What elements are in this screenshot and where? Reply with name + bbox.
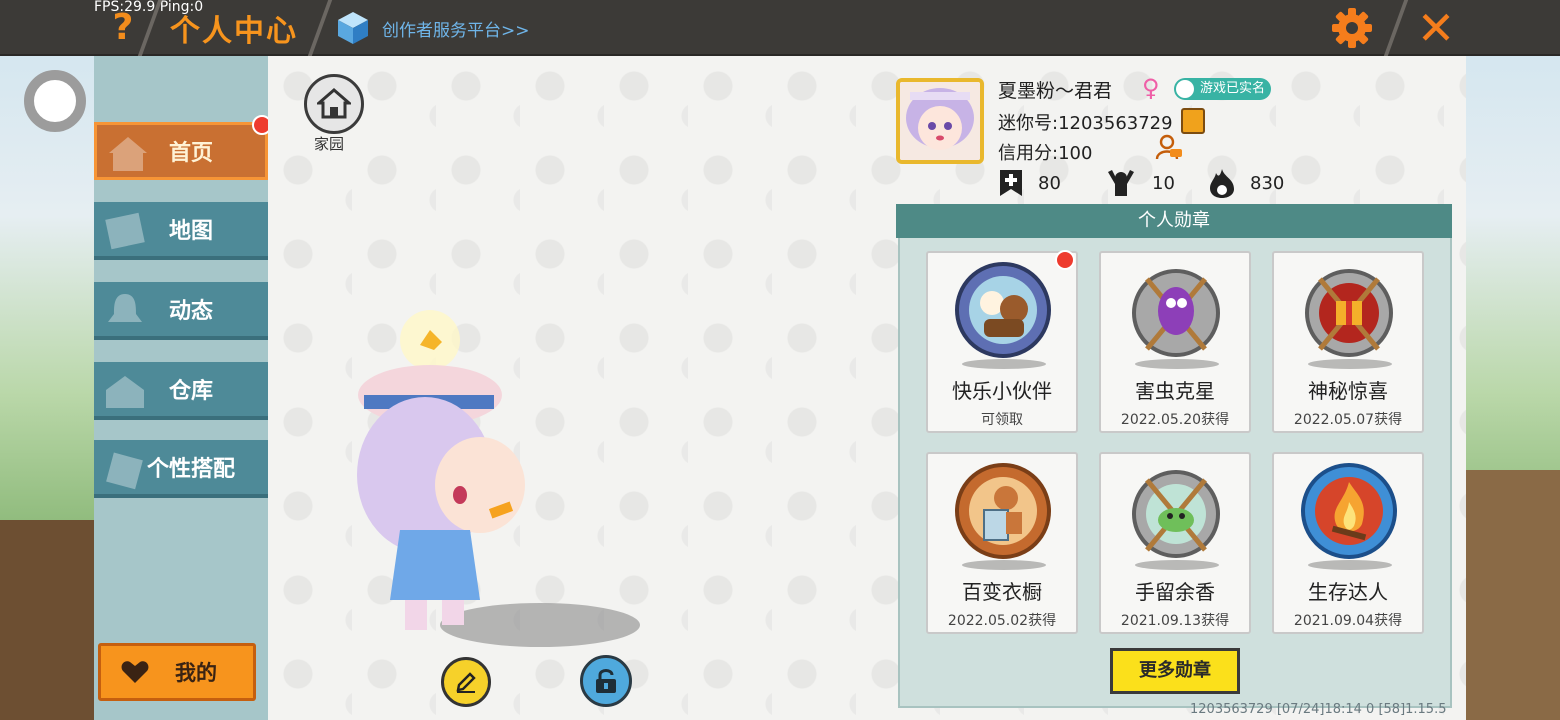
close-x-icon[interactable]: ✕: [1414, 4, 1458, 52]
likes-count: 80: [1038, 172, 1061, 194]
outfit-icon: [106, 452, 143, 490]
notification-dot: [1055, 250, 1075, 270]
medal-shadow: [1135, 359, 1219, 369]
badge-status: 可领取: [981, 412, 1023, 428]
divider: [1383, 0, 1409, 56]
mini-id: 迷你号:1203563729: [998, 113, 1173, 134]
unlock-icon: [596, 669, 616, 693]
badge-name: 百变衣橱: [962, 580, 1042, 604]
sidebar-item-label: 仓库: [168, 379, 213, 404]
copy-icon[interactable]: [1181, 108, 1205, 134]
badge-name: 害虫克星: [1135, 379, 1215, 403]
sidebar-item-label: 个性搭配: [146, 457, 235, 482]
heart-icon: [121, 661, 149, 683]
badge-name: 神秘惊喜: [1308, 379, 1388, 403]
profile-avatar[interactable]: [896, 78, 984, 164]
medal-shadow: [1308, 359, 1392, 369]
badge-date: 2022.05.02获得: [947, 613, 1057, 629]
home-icon: [109, 137, 147, 171]
badge-card[interactable]: 生存达人 2021.09.04获得: [1272, 452, 1424, 634]
badge-name: 手留余香: [1135, 580, 1215, 604]
flower-medal-icon: [1132, 470, 1220, 558]
badge-name: 快乐小伙伴: [952, 379, 1052, 403]
badge-card[interactable]: 快乐小伙伴 可领取: [926, 251, 1078, 433]
stat-likes: 80: [998, 167, 1061, 199]
sidebar-item-map[interactable]: 地图: [94, 202, 268, 260]
sidebar-item-feed[interactable]: 动态: [94, 282, 268, 340]
sidebar-item-label: 动态: [168, 299, 213, 324]
verified-badge: 游戏已实名: [1174, 78, 1272, 100]
fans-count: 10: [1152, 172, 1175, 194]
friends-medal-icon: [955, 262, 1051, 358]
campfire-medal-icon: [1301, 463, 1397, 559]
medal-shadow: [962, 359, 1046, 369]
avatar-portrait: [900, 82, 980, 160]
stat-fans: 10: [1104, 167, 1175, 199]
badge-date: 2022.05.20获得: [1120, 412, 1230, 428]
medal-shadow: [962, 560, 1046, 570]
homestead-label: 家园: [314, 135, 345, 153]
verified-label: 游戏已实名: [1200, 81, 1266, 96]
question-mark-icon[interactable]: ?: [106, 8, 140, 48]
creator-cube-icon[interactable]: [336, 10, 370, 46]
stat-heat: 830: [1208, 167, 1284, 199]
credit-person-icon[interactable]: [1155, 133, 1183, 161]
medal-shadow: [1135, 560, 1219, 570]
house-icon: [317, 88, 351, 119]
world-block: [0, 520, 94, 720]
bell-icon: [108, 294, 142, 322]
edit-button[interactable]: [441, 657, 491, 707]
sidebar-item-outfit[interactable]: 个性搭配: [94, 440, 268, 498]
bug-medal-icon: [1132, 269, 1220, 357]
fans-icon: [1108, 170, 1134, 196]
badge-date: 2021.09.13获得: [1120, 613, 1230, 629]
badge-card[interactable]: 害虫克星 2022.05.20获得: [1099, 251, 1251, 433]
map-icon: [105, 212, 145, 250]
player-name: 夏墨粉～君君: [998, 80, 1113, 102]
gift-medal-icon: [1305, 269, 1393, 357]
badge-date: 2022.05.07获得: [1293, 412, 1403, 428]
player-avatar[interactable]: [330, 300, 650, 650]
more-badges-button[interactable]: 更多勋章: [1110, 648, 1240, 694]
floating-ring-button[interactable]: [24, 70, 86, 132]
divider: [307, 0, 333, 56]
badge-card[interactable]: 百变衣橱 2022.05.02获得: [926, 452, 1078, 634]
heat-count: 830: [1250, 172, 1285, 194]
credit-score: 信用分:100: [998, 143, 1093, 164]
mine-label: 我的: [175, 661, 217, 685]
sidebar-item-warehouse[interactable]: 仓库: [94, 362, 268, 420]
sidebar-item-home[interactable]: 首页: [94, 122, 268, 180]
warehouse-icon: [106, 376, 144, 408]
homestead-button[interactable]: [304, 74, 364, 134]
wardrobe-medal-icon: [955, 463, 1051, 559]
top-bar: FPS:29.9 Ping:0 ? 个人中心 创作者服务平台>> ✕: [0, 0, 1560, 56]
badge-date: 2021.09.04获得: [1293, 613, 1403, 629]
medal-shadow: [1308, 560, 1392, 570]
flame-icon: [1210, 169, 1234, 198]
world-block: [1466, 470, 1560, 720]
footer-build-info: 1203563729 [07/24]18:14 0 [58]1.15.5: [1190, 702, 1447, 717]
sidebar: 首页 地图 动态 仓库 个性搭配: [94, 56, 270, 720]
badge-panel-title: 个人勋章: [896, 204, 1452, 238]
gear-icon[interactable]: [1330, 6, 1374, 50]
pencil-icon: [456, 672, 476, 693]
page-title: 个人中心: [170, 14, 298, 49]
badge-name: 生存达人: [1308, 580, 1388, 604]
female-gender-icon: ♀: [1142, 74, 1160, 102]
badge-card[interactable]: 神秘惊喜 2022.05.07获得: [1272, 251, 1424, 433]
mine-button[interactable]: 我的: [98, 643, 256, 701]
creator-platform-link[interactable]: 创作者服务平台>>: [382, 16, 530, 41]
lock-button[interactable]: [580, 655, 632, 707]
verified-person-icon: [1176, 80, 1194, 98]
sidebar-item-label: 地图: [168, 219, 213, 244]
badge-card[interactable]: 手留余香 2021.09.13获得: [1099, 452, 1251, 634]
bookmark-plus-icon: [1000, 170, 1022, 196]
sidebar-item-label: 首页: [168, 141, 213, 166]
